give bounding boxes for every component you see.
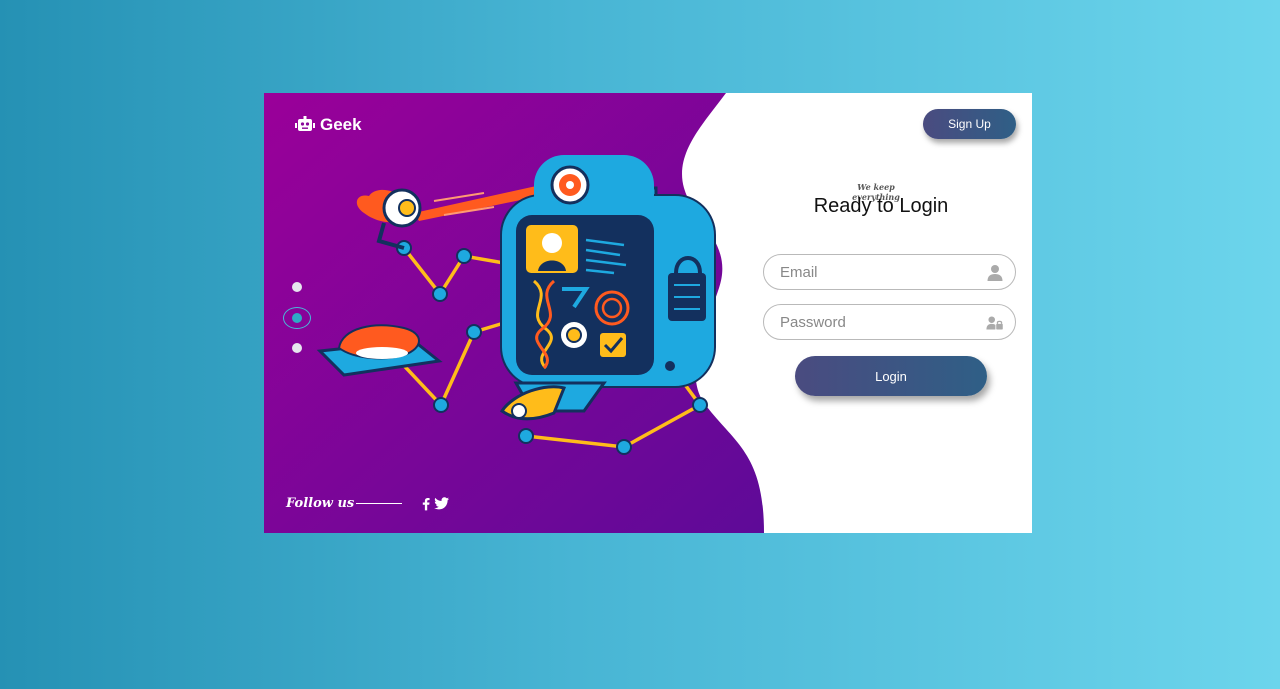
facebook-icon[interactable] [422,497,430,511]
email-field [763,254,1016,290]
user-icon [987,265,1003,281]
form-title: Ready to Login [813,195,949,217]
follow-divider [356,502,403,505]
social-links [422,497,450,511]
carousel-dot-1[interactable] [292,282,302,292]
sign-up-button[interactable]: Sign Up [923,109,1016,139]
follow-label: Follow us [286,496,355,511]
robot-icon [295,116,315,131]
active-dot-center [292,313,302,323]
brand-logo[interactable]: Geek [295,115,362,135]
email-input[interactable] [764,255,974,289]
login-button[interactable]: Login [795,356,987,396]
password-field [763,304,1016,340]
password-input[interactable] [764,305,974,339]
carousel-dot-3[interactable] [292,343,302,353]
brand-name: Geek [320,115,362,134]
user-lock-icon [986,316,1003,330]
follow-us: Follow us [286,496,450,511]
twitter-icon[interactable] [434,497,450,510]
login-card: Geek Follow us Sign Up We keep everythin… [264,93,1032,533]
carousel-dot-2-active[interactable] [283,307,311,329]
